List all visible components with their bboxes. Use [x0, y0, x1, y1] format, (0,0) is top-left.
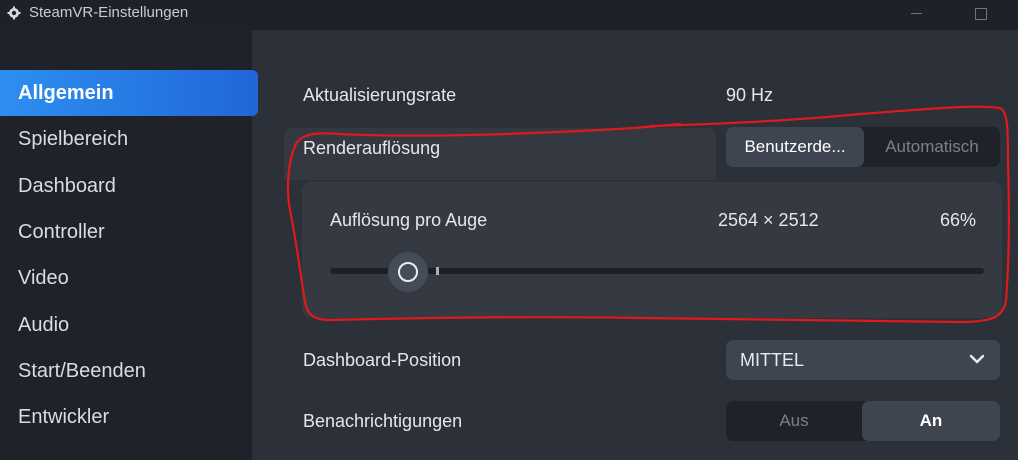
sidebar-item-audio[interactable]: Audio — [0, 302, 258, 348]
sidebar-item-dashboard[interactable]: Dashboard — [0, 163, 258, 209]
per-eye-panel — [302, 182, 1002, 318]
steamvr-gear-icon — [7, 6, 21, 20]
sidebar-item-entwickler[interactable]: Entwickler — [0, 394, 258, 440]
chevron-down-icon — [969, 354, 985, 364]
maximize-button[interactable] — [967, 2, 997, 26]
per-eye-percent: 66% — [940, 210, 977, 230]
per-eye-resolution: 2564 × 2512 — [718, 210, 819, 230]
resolution-slider-track[interactable] — [330, 268, 984, 274]
render-automatic-button[interactable]: Automatisch — [864, 127, 1000, 167]
notifications-toggle: Aus An — [726, 401, 1000, 441]
sidebar-item-start-beenden[interactable]: Start/Beenden — [0, 348, 258, 394]
refresh-rate-label: Aktualisierungsrate — [303, 85, 457, 105]
refresh-rate-value[interactable]: 90 Hz — [726, 85, 773, 106]
notifications-on-button[interactable]: An — [862, 401, 1000, 441]
render-resolution-label: Renderauflösung — [303, 138, 441, 158]
render-custom-button[interactable]: Benutzerde... — [726, 127, 864, 167]
dashboard-position-label: Dashboard-Position — [303, 350, 462, 370]
sidebar-item-controller[interactable]: Controller — [0, 209, 258, 255]
window-title: SteamVR-Einstellungen — [29, 4, 189, 21]
sidebar-item-spielbereich[interactable]: Spielbereich — [0, 116, 258, 162]
title-bar: SteamVR-Einstellungen — [0, 0, 1018, 30]
render-resolution-toggle: Benutzerde... Automatisch — [726, 127, 1000, 167]
notifications-label: Benachrichtigungen — [303, 411, 463, 431]
notifications-off-button[interactable]: Aus — [726, 401, 862, 441]
sidebar-item-allgemein[interactable]: Allgemein — [0, 70, 258, 116]
slider-default-marker — [436, 267, 439, 275]
per-eye-label: Auflösung pro Auge — [330, 210, 488, 230]
dashboard-position-value: MITTEL — [740, 350, 805, 370]
sidebar-item-video[interactable]: Video — [0, 255, 258, 301]
minimize-button[interactable] — [903, 2, 933, 26]
dashboard-position-dropdown[interactable]: MITTEL — [726, 340, 1000, 380]
